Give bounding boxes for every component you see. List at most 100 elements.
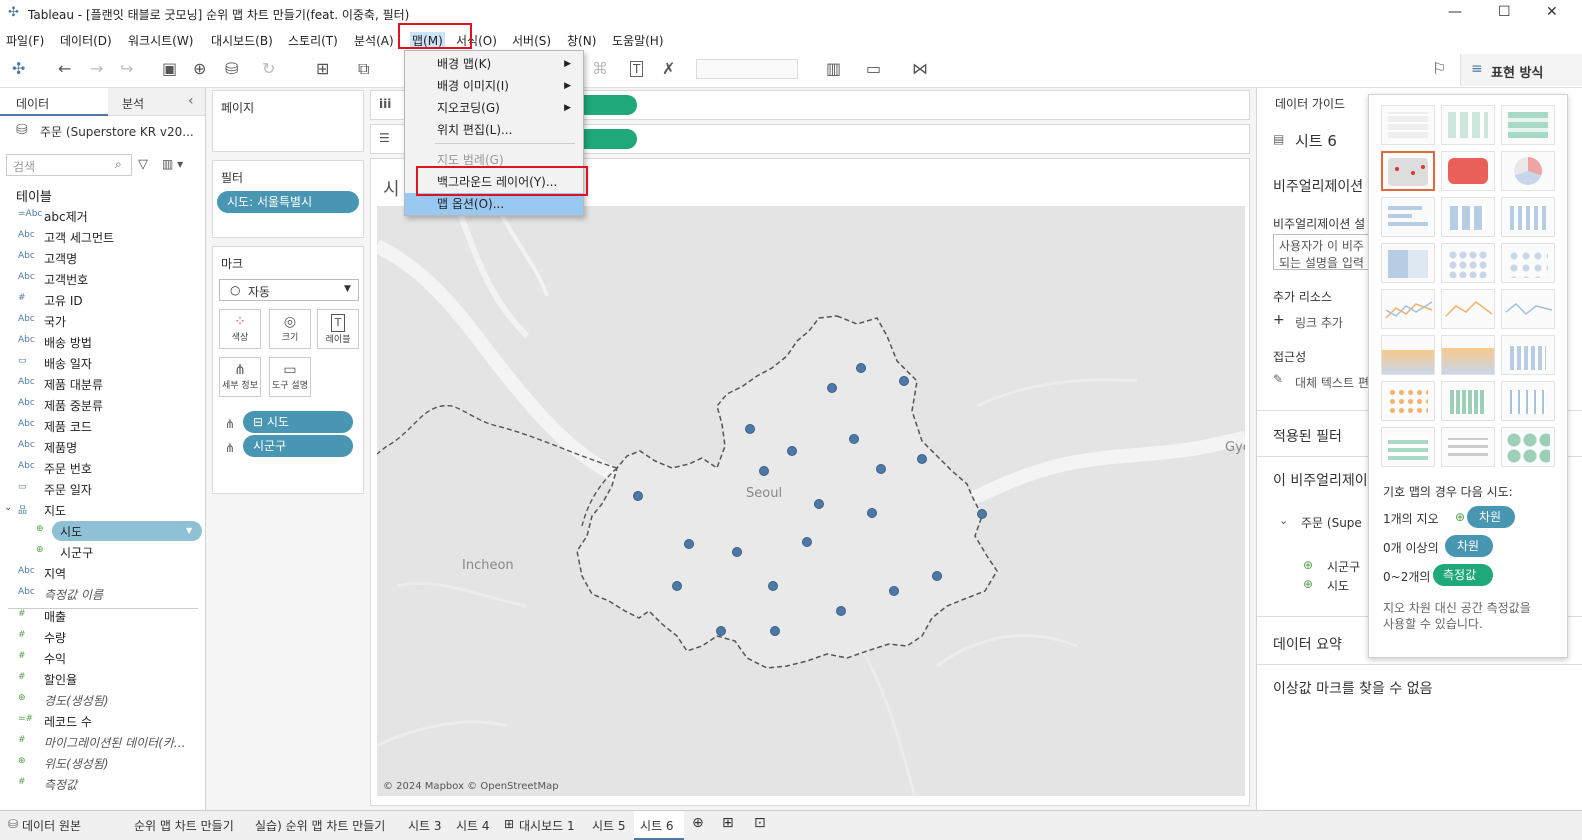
- chart-symbol-map[interactable]: [1381, 151, 1435, 191]
- menu-help[interactable]: 도움말(H): [612, 32, 664, 49]
- menu-item-map-options[interactable]: 맵 옵션(O)...: [405, 193, 583, 215]
- map-mark[interactable]: [867, 508, 877, 518]
- mark-pill-sigungu[interactable]: 시군구: [243, 435, 353, 457]
- field-item[interactable]: Abc 고객 세그먼트: [0, 227, 205, 247]
- mark-pill-sido[interactable]: ⊟ 시도: [243, 411, 353, 433]
- show-me-button[interactable]: ≡ 표현 방식: [1460, 54, 1582, 86]
- tooltip-mark-button[interactable]: ▭ 도구 설명: [269, 357, 311, 397]
- chart-highlight-table[interactable]: [1501, 105, 1555, 145]
- map-mark[interactable]: [917, 454, 927, 464]
- chevron-down-icon[interactable]: ▼: [186, 526, 192, 535]
- menu-window[interactable]: 창(N): [567, 32, 596, 49]
- field-item[interactable]: Abc 제품 코드: [0, 416, 205, 436]
- share-icon[interactable]: ⋈: [912, 60, 928, 78]
- detail-mark-button[interactable]: ⋔ 세부 정보: [219, 357, 261, 397]
- map-mark[interactable]: [856, 363, 866, 373]
- chart-line-continuous[interactable]: [1381, 289, 1435, 329]
- presentation-icon[interactable]: ▭: [866, 60, 881, 78]
- new-worksheet-icon[interactable]: ⊕: [692, 815, 704, 831]
- chart-heatmap[interactable]: [1441, 105, 1495, 145]
- menu-item-background-map[interactable]: 배경 맵(K) ▶: [405, 53, 583, 75]
- map-mark[interactable]: [932, 571, 942, 581]
- field-item[interactable]: =Abc abc제거: [0, 206, 205, 226]
- close-icon[interactable]: ✕: [1546, 4, 1558, 20]
- datasource-name[interactable]: 주문 (Superstore KR v20...: [40, 123, 194, 140]
- tab-sheet4[interactable]: 시트 4: [456, 817, 490, 834]
- tab-data[interactable]: 데이터: [0, 88, 108, 116]
- field-item[interactable]: Abc 지역: [0, 563, 205, 583]
- map-mark[interactable]: [899, 376, 909, 386]
- map-mark[interactable]: [684, 539, 694, 549]
- field-item[interactable]: ▼ ⊕ 시도: [0, 521, 205, 541]
- filter-icon[interactable]: ▽: [138, 157, 148, 172]
- redo-icon[interactable]: ↪: [120, 60, 133, 78]
- new-dashboard-icon[interactable]: ⊞: [722, 815, 734, 831]
- field-item[interactable]: Abc 고객명: [0, 248, 205, 268]
- field-item[interactable]: # 수량: [0, 627, 205, 647]
- back-icon[interactable]: ←: [58, 60, 71, 78]
- filters-card[interactable]: 필터 시도: 서울특별시: [212, 160, 364, 238]
- chart-packed-bubbles[interactable]: [1501, 427, 1555, 467]
- datasource-icon[interactable]: ⛁: [225, 60, 238, 78]
- chart-area-discrete[interactable]: [1441, 335, 1495, 375]
- color-mark-button[interactable]: ⁘ 색상: [219, 309, 261, 349]
- viz-desc-box[interactable]: 사용자가 이 비주 되는 설명을 입력: [1273, 234, 1373, 270]
- chart-side-bar[interactable]: [1501, 197, 1555, 237]
- chart-side-circle[interactable]: [1501, 243, 1555, 283]
- map-mark[interactable]: [977, 509, 987, 519]
- chart-dual-combo[interactable]: [1501, 335, 1555, 375]
- chevron-down-icon[interactable]: ⌄: [1279, 514, 1288, 527]
- chart-circle-view[interactable]: [1441, 243, 1495, 283]
- map-mark[interactable]: [836, 606, 846, 616]
- attach-icon[interactable]: ⌘: [592, 60, 608, 78]
- field-item[interactable]: Abc 주문 번호: [0, 458, 205, 478]
- chart-stacked-bar[interactable]: [1441, 197, 1495, 237]
- chart-box-whisker[interactable]: [1501, 381, 1555, 421]
- map-mark[interactable]: [768, 581, 778, 591]
- duplicate-icon[interactable]: ⧉: [358, 60, 369, 78]
- save-icon[interactable]: ▣: [162, 60, 177, 78]
- map-mark[interactable]: [827, 383, 837, 393]
- tab-dashboard1[interactable]: 대시보드 1: [519, 817, 575, 834]
- minimize-icon[interactable]: —: [1448, 4, 1462, 20]
- map-mark[interactable]: [802, 537, 812, 547]
- map-mark[interactable]: [889, 586, 899, 596]
- field-item[interactable]: =# 레코드 수: [0, 711, 205, 731]
- chart-bullet[interactable]: [1441, 427, 1495, 467]
- field-item[interactable]: ▭ 배송 일자: [0, 353, 205, 373]
- chart-dual-line[interactable]: [1501, 289, 1555, 329]
- map-mark[interactable]: [770, 626, 780, 636]
- map-mark[interactable]: [849, 434, 859, 444]
- field-item[interactable]: # 할인율: [0, 669, 205, 689]
- forward-icon[interactable]: →: [90, 60, 103, 78]
- field-item[interactable]: Abc 제품 중분류: [0, 395, 205, 415]
- field-item[interactable]: ⊕ 위도(생성됨): [0, 753, 205, 773]
- map-mark[interactable]: [814, 499, 824, 509]
- expand-icon[interactable]: ⌄: [4, 502, 12, 513]
- menu-worksheet[interactable]: 워크시트(W): [128, 32, 193, 49]
- tab-sheet-practice[interactable]: 실습) 순위 맵 차트 만들기: [255, 817, 385, 834]
- tableau-home-icon[interactable]: ✣: [12, 60, 25, 78]
- tab-sheet6-active[interactable]: 시트 6: [634, 811, 684, 840]
- collapse-icon[interactable]: ‹: [188, 93, 194, 109]
- menu-analysis[interactable]: 분석(A): [354, 32, 394, 49]
- mark-type-dropdown[interactable]: ○ 자동 ▼: [219, 279, 359, 301]
- chart-hbar[interactable]: [1381, 197, 1435, 237]
- refresh-icon[interactable]: ↻: [262, 60, 275, 78]
- pages-card[interactable]: 페이지: [212, 90, 364, 152]
- new-sheet-icon[interactable]: ⊞: [316, 60, 329, 78]
- map-mark[interactable]: [759, 466, 769, 476]
- chart-text-table[interactable]: [1381, 105, 1435, 145]
- field-item[interactable]: Abc 고객번호: [0, 269, 205, 289]
- menu-dashboard[interactable]: 대시보드(B): [211, 32, 273, 49]
- chart-pie[interactable]: [1501, 151, 1555, 191]
- map-view[interactable]: Seoul Incheon Gyeo © 2024 Mapbox © OpenS…: [377, 206, 1245, 796]
- chart-scatter[interactable]: [1381, 381, 1435, 421]
- map-mark[interactable]: [672, 581, 682, 591]
- tab-sheet5[interactable]: 시트 5: [592, 817, 626, 834]
- field-item[interactable]: ⊕ 경도(생성됨): [0, 690, 205, 710]
- add-link-button[interactable]: 링크 추가: [1295, 314, 1343, 331]
- new-datasource-icon[interactable]: ⊕: [193, 60, 206, 78]
- map-mark[interactable]: [633, 491, 643, 501]
- menu-server[interactable]: 서버(S): [512, 32, 551, 49]
